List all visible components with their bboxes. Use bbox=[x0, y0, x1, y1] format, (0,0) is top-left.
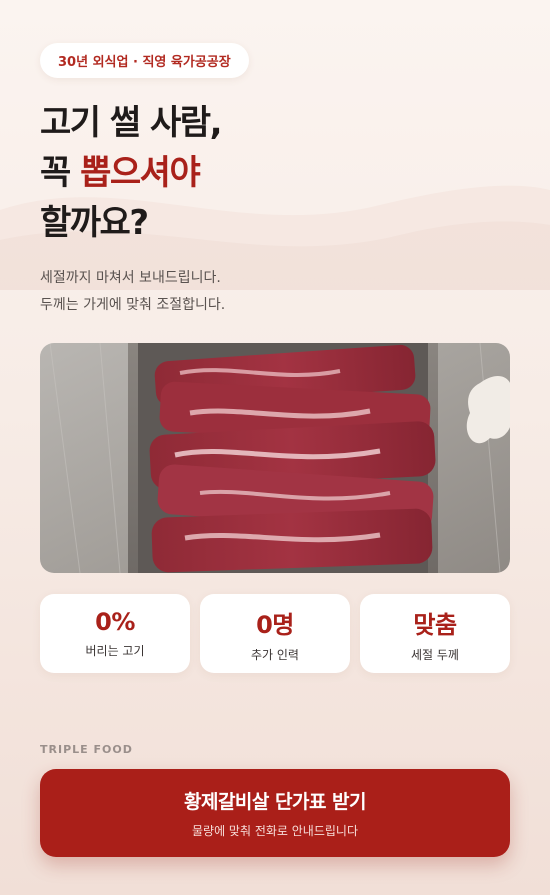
page-headline: 고기 썰 사람, 꼭 뽑으셔야 할까요? bbox=[40, 98, 510, 248]
get-price-list-button[interactable]: 황제갈비살 단가표 받기 물량에 맞춰 전화로 안내드립니다 bbox=[40, 769, 510, 857]
headline-line-2: 꼭 뽑으셔야 bbox=[40, 148, 510, 198]
stat-label: 버리는 고기 bbox=[85, 644, 145, 658]
stat-card-waste: 0% 버리는 고기 bbox=[40, 594, 190, 673]
experience-badge: 30년 외식업 · 직영 육가공공장 bbox=[40, 43, 249, 78]
brand-label: TRIPLE FOOD bbox=[40, 743, 133, 756]
cta-title: 황제갈비살 단가표 받기 bbox=[183, 791, 367, 813]
headline-line-2-prefix: 꼭 bbox=[40, 153, 81, 193]
stat-value: 0% bbox=[95, 608, 135, 636]
headline-line-3: 할까요? bbox=[40, 203, 149, 243]
stat-card-thickness: 맞춤 세절 두께 bbox=[360, 594, 510, 673]
headline-accent: 뽑으셔야 bbox=[80, 153, 201, 193]
stat-value: 0명 bbox=[256, 610, 294, 639]
stat-label: 추가 인력 bbox=[251, 647, 299, 662]
meat-photo bbox=[40, 343, 510, 573]
stat-value: 맞춤 bbox=[413, 610, 457, 639]
stats-row: 0% 버리는 고기 0명 추가 인력 맞춤 세절 두께 bbox=[40, 594, 510, 673]
description-line-2: 두께는 가게에 맞춰 조절합니다. bbox=[40, 297, 226, 313]
headline-line-1: 고기 썰 사람, bbox=[40, 103, 223, 143]
stat-card-staff: 0명 추가 인력 bbox=[200, 594, 350, 673]
cta-subtitle: 물량에 맞춰 전화로 안내드립니다 bbox=[191, 824, 358, 838]
description-line-1: 세절까지 마쳐서 보내드립니다. bbox=[40, 270, 221, 286]
description: 세절까지 마쳐서 보내드립니다. 두께는 가게에 맞춰 조절합니다. bbox=[40, 265, 510, 319]
stat-label: 세절 두께 bbox=[411, 647, 459, 662]
